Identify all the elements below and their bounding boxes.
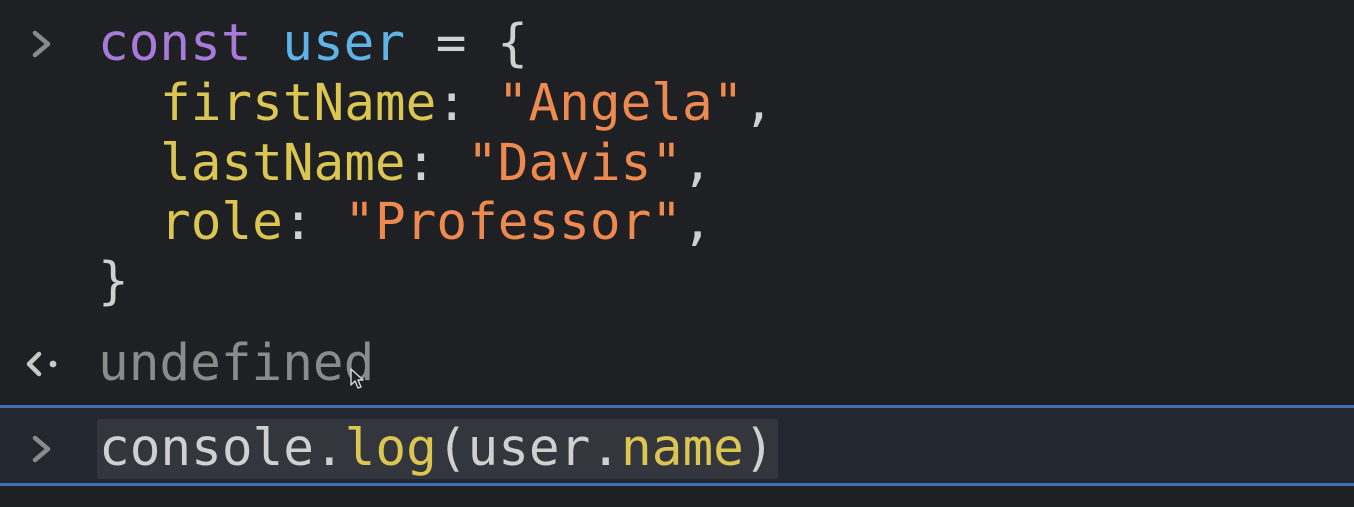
chevron-right-icon	[20, 14, 64, 74]
input-paren-open: (	[436, 419, 468, 478]
colon: :	[405, 134, 468, 193]
string-value: "Professor"	[344, 193, 683, 252]
object-key: firstName	[160, 74, 437, 133]
code-line: role: "Professor",	[160, 193, 713, 253]
console-input-row[interactable]: console.log(user.name)	[0, 405, 1354, 486]
comma: ,	[743, 74, 775, 133]
input-dot: .	[590, 419, 622, 478]
input-method: log	[344, 419, 437, 478]
mouse-cursor-icon	[350, 368, 364, 389]
code-line: firstName: "Angela",	[160, 74, 774, 134]
result-value: undefined	[98, 334, 375, 393]
input-object: console	[99, 419, 314, 478]
chevron-right-icon	[20, 419, 64, 479]
colon: :	[436, 74, 498, 133]
input-property: name	[621, 419, 744, 478]
input-paren-close: )	[743, 419, 775, 478]
console-input-text[interactable]: console.log(user.name)	[97, 419, 778, 479]
closing-brace: }	[98, 252, 129, 311]
console-entry-line: }	[0, 252, 129, 312]
string-value: "Angela"	[497, 74, 744, 133]
string-value: "Davis"	[467, 134, 682, 193]
input-argument: user	[467, 419, 591, 478]
console-result-line: undefined	[0, 334, 374, 394]
object-key: role	[160, 193, 283, 252]
code-line: lastName: "Davis",	[160, 134, 713, 194]
console-entry-line: firstName: "Angela",	[0, 74, 774, 134]
console-entry-line: const user = {	[0, 14, 528, 74]
return-arrow-icon	[20, 334, 64, 394]
colon: :	[282, 193, 345, 252]
code-line: const user = {	[98, 14, 528, 74]
console-entry-line: role: "Professor",	[0, 193, 713, 253]
variable-name: user	[282, 14, 406, 73]
object-key: lastName	[160, 134, 406, 193]
operator: = {	[405, 14, 528, 73]
console-entry-line: lastName: "Davis",	[0, 134, 713, 194]
input-dot: .	[313, 419, 345, 478]
comma: ,	[682, 193, 713, 252]
keyword-const: const	[98, 14, 252, 73]
comma: ,	[682, 134, 713, 193]
